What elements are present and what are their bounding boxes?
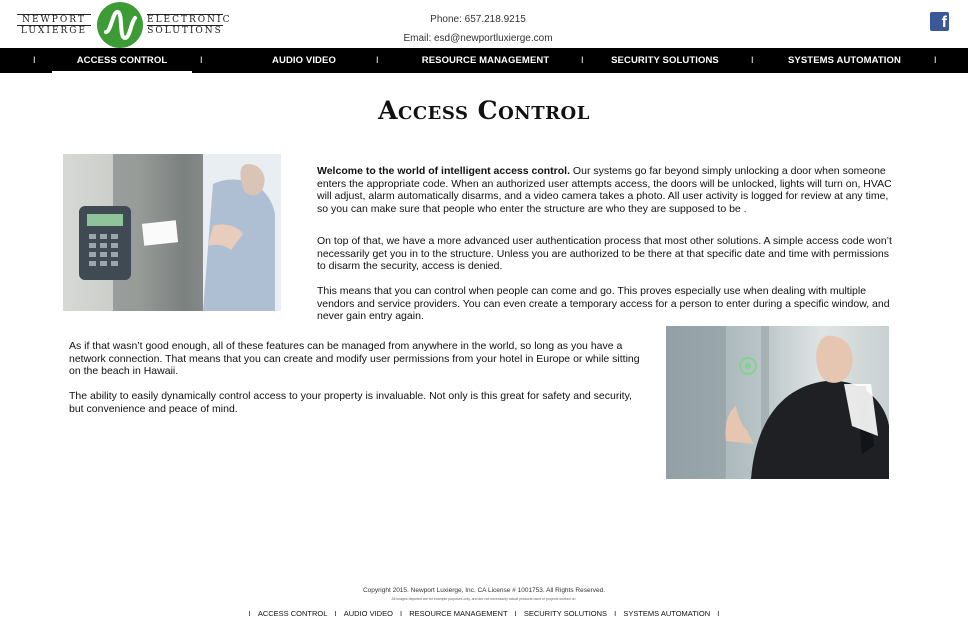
footer-link-security-solutions[interactable]: SECURITY SOLUTIONS: [524, 609, 607, 618]
nav-item-access-control[interactable]: ACCESS CONTROL: [52, 48, 192, 73]
logo-wordmark-left: NEWPORT LUXIERGE: [17, 14, 91, 36]
nav-separator: I: [934, 55, 937, 65]
phone-number: Phone: 657.218.9215: [430, 14, 526, 25]
nav-separator: I: [33, 55, 36, 65]
footer-separator: I: [514, 609, 517, 618]
logo-wordmark-right: ELECTRONIC SOLUTIONS: [147, 14, 232, 36]
page-title: Access Control: [378, 96, 590, 125]
facebook-icon[interactable]: f: [930, 12, 949, 31]
footer-separator: I: [248, 609, 251, 618]
nav-item-audio-video[interactable]: AUDIO VIDEO: [234, 48, 374, 73]
vendor-access-paragraph: This means that you can control when peo…: [317, 285, 890, 322]
logo-left-line2: LUXIERGE: [17, 25, 91, 36]
nav-separator: I: [581, 55, 584, 65]
value-paragraph: The ability to easily dynamically contro…: [69, 390, 632, 415]
footer-link-systems-automation[interactable]: SYSTEMS AUTOMATION: [623, 609, 710, 618]
logo-mark-icon: [97, 2, 143, 48]
footer-link-audio-video[interactable]: AUDIO VIDEO: [344, 609, 393, 618]
footer-link-access-control[interactable]: ACCESS CONTROL: [258, 609, 328, 618]
footer-separator: I: [334, 609, 337, 618]
email-address[interactable]: Email: esd@newportluxierge.com: [380, 29, 576, 48]
site-logo[interactable]: NEWPORT LUXIERGE ELECTRONIC SOLUTIONS: [17, 2, 232, 48]
footer-separator: I: [614, 609, 617, 618]
intro-bold-text: Welcome to the world of intelligent acce…: [317, 165, 571, 177]
touchscreen-photo: [666, 326, 889, 479]
nav-item-resource-management[interactable]: RESOURCE MANAGEMENT: [414, 48, 557, 73]
main-nav: I ACCESS CONTROL I AUDIO VIDEO I RESOURC…: [0, 48, 968, 73]
footer-separator: I: [400, 609, 403, 618]
nav-item-systems-automation[interactable]: SYSTEMS AUTOMATION: [772, 48, 917, 73]
disclaimer-text: All images depicted are for example purp…: [391, 597, 577, 601]
nav-item-security-solutions[interactable]: SECURITY SOLUTIONS: [593, 48, 737, 73]
footer-nav: I ACCESS CONTROL I AUDIO VIDEO I RESOURC…: [0, 609, 968, 618]
intro-paragraph: Welcome to the world of intelligent acce…: [317, 165, 895, 215]
copyright-text: Copyright 2015. Newport Luxierge, Inc. C…: [362, 587, 606, 594]
logo-left-line1: NEWPORT: [17, 14, 91, 25]
nav-separator: I: [751, 55, 754, 65]
nav-separator: I: [200, 55, 203, 65]
logo-right-line1: ELECTRONIC: [147, 14, 232, 25]
logo-right-line2: SOLUTIONS: [147, 25, 223, 36]
contact-info: Phone: 657.218.9215 Email: esd@newportlu…: [380, 10, 576, 48]
footer-separator: I: [717, 609, 720, 618]
footer-link-resource-management[interactable]: RESOURCE MANAGEMENT: [409, 609, 507, 618]
remote-management-paragraph: As if that wasn’t good enough, all of th…: [69, 340, 640, 377]
nav-separator: I: [376, 55, 379, 65]
keypad-photo: [63, 154, 281, 311]
authentication-paragraph: On top of that, we have a more advanced …: [317, 235, 892, 272]
